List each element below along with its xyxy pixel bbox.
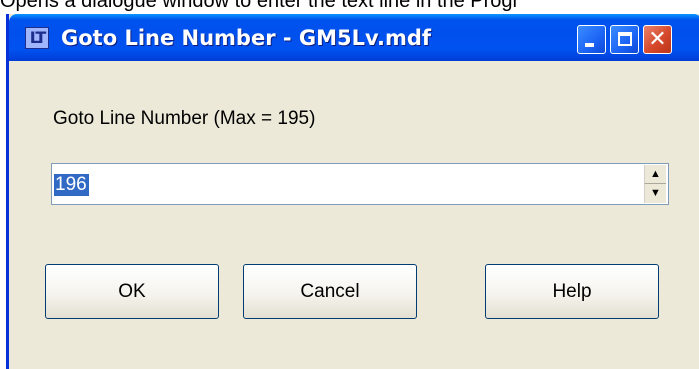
maximize-button[interactable] <box>610 25 639 54</box>
ok-button[interactable]: OK <box>45 264 219 319</box>
line-number-input[interactable]: 196 ▲ ▼ <box>51 163 669 205</box>
close-icon: ✕ <box>648 27 667 52</box>
app-logo-icon: LT <box>25 27 49 49</box>
close-button[interactable]: ✕ <box>643 25 672 54</box>
goto-line-dialog: LT Goto Line Number - GM5Lv.mdf ✕ Goto L… <box>6 14 699 369</box>
minimize-button[interactable] <box>577 25 606 54</box>
spin-down-button[interactable]: ▼ <box>644 184 666 203</box>
help-button[interactable]: Help <box>485 264 659 319</box>
spin-up-button[interactable]: ▲ <box>644 165 666 184</box>
cancel-button[interactable]: Cancel <box>243 264 417 319</box>
title-bar[interactable]: LT Goto Line Number - GM5Lv.mdf ✕ <box>9 14 699 61</box>
caption-text: Opens a dialogue window to enter the tex… <box>0 0 520 11</box>
line-number-value[interactable]: 196 <box>54 174 89 196</box>
maximize-icon <box>618 32 632 46</box>
prompt-label: Goto Line Number (Max = 195) <box>53 108 316 129</box>
window-title: Goto Line Number - GM5Lv.mdf <box>61 26 432 50</box>
minimize-icon <box>585 43 594 47</box>
